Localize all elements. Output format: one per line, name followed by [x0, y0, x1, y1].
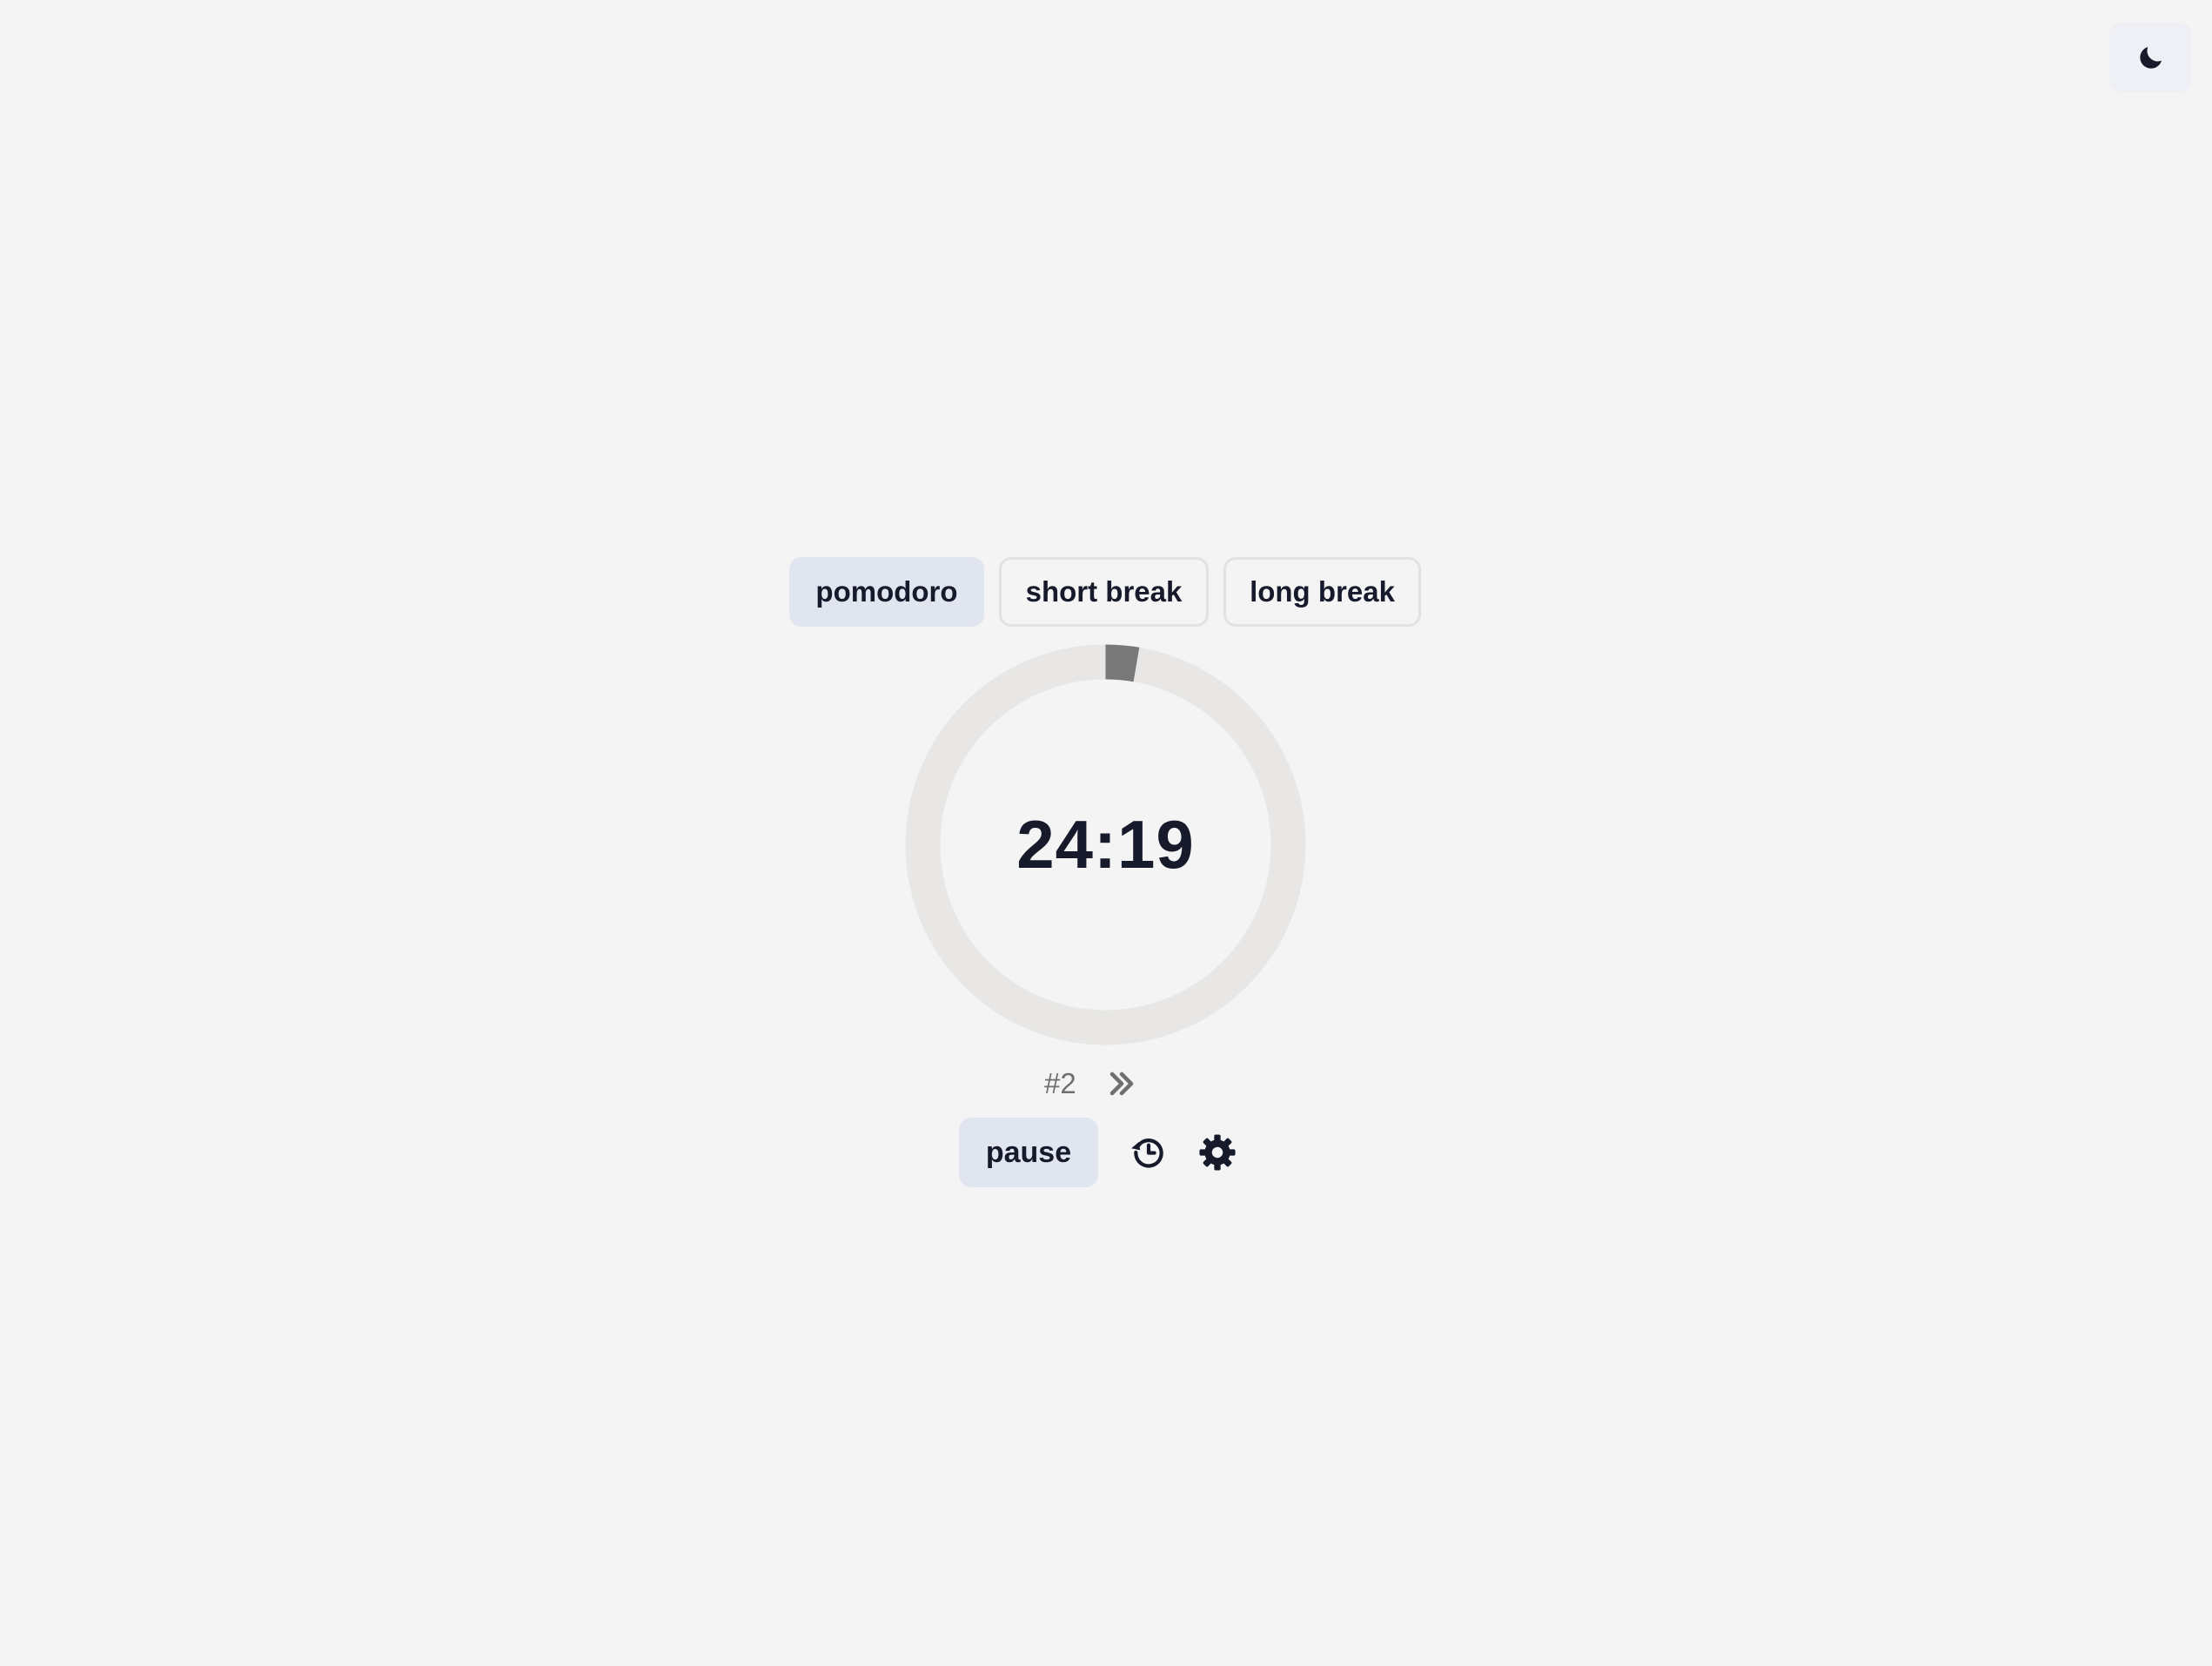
tab-long-break[interactable]: long break — [1223, 557, 1421, 627]
session-count: #2 — [1044, 1067, 1076, 1099]
mode-tabs: pomodoro short break long break — [789, 557, 1421, 627]
controls-row: pause — [959, 1118, 1237, 1187]
gear-icon[interactable] — [1197, 1132, 1237, 1172]
theme-toggle-button[interactable] — [2109, 23, 2192, 92]
tab-pomodoro[interactable]: pomodoro — [789, 557, 984, 627]
history-icon[interactable] — [1129, 1132, 1169, 1172]
tab-short-break[interactable]: short break — [999, 557, 1209, 627]
moon-icon — [2139, 46, 2162, 69]
session-row: #2 — [1044, 1067, 1137, 1100]
pause-button[interactable]: pause — [959, 1118, 1098, 1187]
timer-ring: 24:19 — [905, 644, 1306, 1045]
double-chevron-right-icon[interactable] — [1106, 1068, 1137, 1099]
timer-display: 24:19 — [1016, 806, 1195, 883]
